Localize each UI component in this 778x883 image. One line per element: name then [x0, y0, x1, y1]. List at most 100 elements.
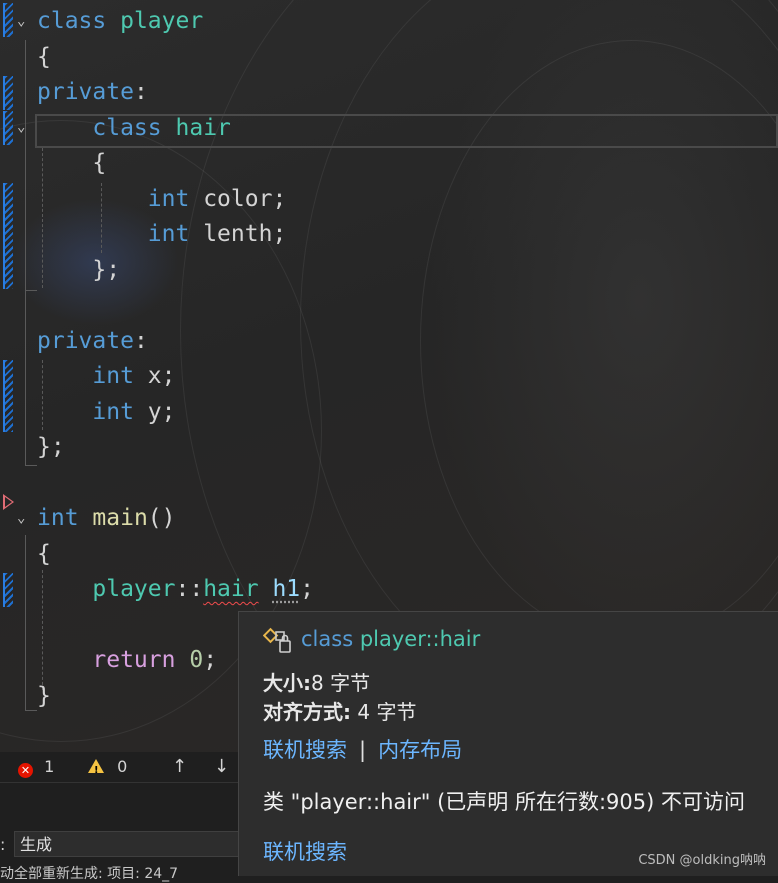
error-circle-icon: ✕	[18, 763, 33, 778]
warning-triangle-icon: !	[88, 759, 104, 776]
code-token: h1	[272, 576, 301, 602]
code-token: ;	[300, 576, 314, 602]
code-line[interactable]: {	[0, 145, 778, 181]
code-token: class	[37, 8, 107, 34]
code-text: {	[37, 42, 51, 72]
watermark: CSDN @oldking呐呐	[638, 853, 766, 868]
code-token: private	[37, 327, 134, 354]
code-text: }	[37, 681, 51, 711]
code-line[interactable]: int color;	[0, 181, 778, 217]
code-token: x	[147, 363, 162, 389]
code-text: };	[37, 432, 65, 462]
code-token: {	[37, 150, 107, 176]
code-line[interactable]: private:	[0, 74, 778, 110]
output-panel: : 生成 动全部重新生成: 项目: 24_7	[0, 782, 244, 882]
code-token: {	[37, 43, 51, 70]
code-line[interactable]: {	[0, 39, 778, 75]
code-token: ;	[161, 363, 176, 389]
code-text: {	[37, 539, 51, 569]
code-line[interactable]: int x;	[0, 358, 778, 394]
code-token: int	[147, 221, 190, 247]
code-token: {	[37, 540, 51, 567]
code-line[interactable]	[0, 465, 778, 501]
error-count[interactable]: ✕ 1	[18, 757, 54, 778]
code-token: ;	[272, 185, 287, 212]
code-token: ;	[203, 647, 218, 673]
code-token: ()	[147, 505, 176, 531]
code-token: return	[92, 647, 176, 673]
code-text: class hair	[37, 113, 231, 143]
code-line[interactable]: };	[0, 429, 778, 465]
tooltip-error-message: 类 "player::hair" (已声明 所在行数:905) 不可访问	[263, 790, 746, 814]
output-source-select[interactable]: 生成	[14, 831, 244, 857]
output-text: 动全部重新生成: 项目: 24_7	[0, 866, 179, 882]
code-text: int main()	[37, 503, 176, 533]
code-token: ;	[161, 398, 176, 425]
error-list-bar: ✕ 1 ! 0 ↑ ↓	[0, 752, 238, 782]
tooltip-signature: class player::hair	[301, 627, 481, 651]
code-token: :	[133, 327, 148, 354]
code-text: player::hair h1;	[37, 574, 314, 604]
code-token: ::	[175, 576, 204, 602]
code-token: main	[92, 505, 148, 531]
code-line[interactable]: {	[0, 536, 778, 572]
code-token: private	[37, 79, 134, 105]
code-text: };	[37, 255, 120, 285]
code-text: private:	[37, 77, 148, 107]
memory-layout-link[interactable]: 内存布局	[378, 738, 462, 762]
code-line[interactable]: private:	[0, 323, 778, 359]
code-text: int y;	[37, 397, 176, 427]
warning-count[interactable]: ! 0	[88, 757, 127, 777]
code-line[interactable]: class player	[0, 3, 778, 39]
code-text: return 0;	[37, 645, 217, 675]
code-token: :	[133, 79, 148, 105]
code-line[interactable]	[0, 287, 778, 323]
code-line[interactable]: player::hair h1;	[0, 571, 778, 607]
search-online-error-link[interactable]: 联机搜索	[263, 836, 347, 866]
nested-class-icon	[263, 627, 291, 653]
code-token: int	[37, 505, 79, 531]
code-token: int	[92, 398, 134, 425]
code-text: class player	[37, 6, 203, 36]
code-text: int color;	[37, 184, 287, 214]
code-text: int x;	[37, 361, 176, 391]
code-text: int lenth;	[37, 219, 287, 249]
next-issue-button[interactable]: ↓	[214, 757, 229, 777]
code-token: hair	[175, 114, 231, 141]
quick-info-tooltip: class player::hair 大小:8 字节 对齐方式: 4 字节 联机…	[238, 611, 778, 876]
code-token: y	[147, 398, 162, 425]
code-token: hair	[203, 576, 259, 602]
code-line[interactable]: };	[0, 252, 778, 288]
code-token: player	[92, 576, 176, 602]
code-line[interactable]: int lenth;	[0, 216, 778, 252]
code-token: player	[120, 8, 204, 34]
code-token: lenth	[203, 221, 273, 247]
code-line[interactable]: class hair	[0, 110, 778, 146]
code-text: {	[37, 148, 106, 178]
code-token: int	[147, 185, 190, 212]
code-text: private:	[37, 326, 148, 356]
code-token: class	[92, 114, 162, 141]
code-token: 0	[189, 647, 204, 673]
code-line[interactable]: int y;	[0, 394, 778, 430]
code-token: };	[37, 256, 121, 283]
code-line[interactable]: int main()	[0, 500, 778, 536]
search-online-link[interactable]: 联机搜索	[263, 738, 347, 762]
code-token: ;	[272, 221, 287, 247]
output-source-label: :	[0, 835, 6, 854]
previous-issue-button[interactable]: ↑	[172, 757, 187, 777]
